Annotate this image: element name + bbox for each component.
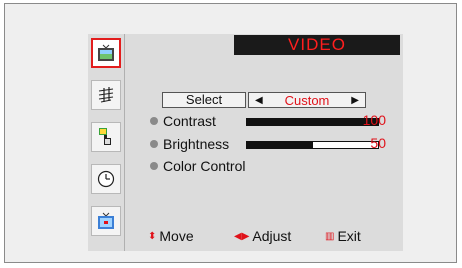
menu-icon-column [88,34,125,251]
right-arrow-icon[interactable]: ▶ [351,95,359,106]
tv-picture-glyph [98,44,114,61]
bullet-icon [150,162,158,170]
menu-button-icon: ▥ [325,230,335,242]
select-value-box[interactable]: ◀ Custom ▶ [248,92,366,108]
contrast-value: 100 [362,112,386,128]
clock-glyph [97,170,115,188]
contrast-row[interactable]: Contrast [150,112,216,130]
tv-setup-icon[interactable] [91,206,121,236]
exit-hint[interactable]: ▥ Exit [325,228,361,244]
brightness-row[interactable]: Brightness [150,135,229,153]
bullet-icon [150,140,158,148]
left-arrow-icon[interactable]: ◀ [255,95,263,106]
bullet-icon [150,117,158,125]
channel-setup-icon[interactable] [91,122,121,152]
adjust-hint: ◀▶ Adjust [234,228,291,244]
picture-mode-select[interactable]: Select ◀ Custom ▶ [162,92,366,108]
screen-frame: VIDEO Select ◀ Custom ▶ Contrast 100 Bri… [4,3,457,263]
exit-label: Exit [337,228,361,244]
osd-menu: VIDEO Select ◀ Custom ▶ Contrast 100 Bri… [88,34,403,251]
adjust-label: Adjust [252,228,292,244]
color-control-row[interactable]: Color Control [150,157,245,175]
music-note-glyph [98,87,114,103]
menu-title: VIDEO [234,35,400,55]
select-label: Select [162,92,246,108]
color-control-label: Color Control [163,158,246,174]
move-label: Move [159,228,194,244]
music-note-icon[interactable] [91,80,121,110]
brightness-slider-fill [247,142,313,148]
select-value: Custom [284,92,330,108]
clock-icon[interactable] [91,164,121,194]
tv-picture-icon[interactable] [91,38,121,68]
channel-setup-glyph [99,128,111,145]
contrast-label: Contrast [163,113,216,129]
brightness-value: 50 [370,135,386,151]
tv-setup-glyph [98,212,114,229]
brightness-label: Brightness [163,136,230,152]
move-hint: ⬍ Move [148,228,194,244]
up-down-arrow-icon: ⬍ [148,230,157,242]
left-right-arrow-icon: ◀▶ [234,230,250,242]
button-guide: ⬍ Move ◀▶ Adjust ▥ Exit [148,228,398,246]
